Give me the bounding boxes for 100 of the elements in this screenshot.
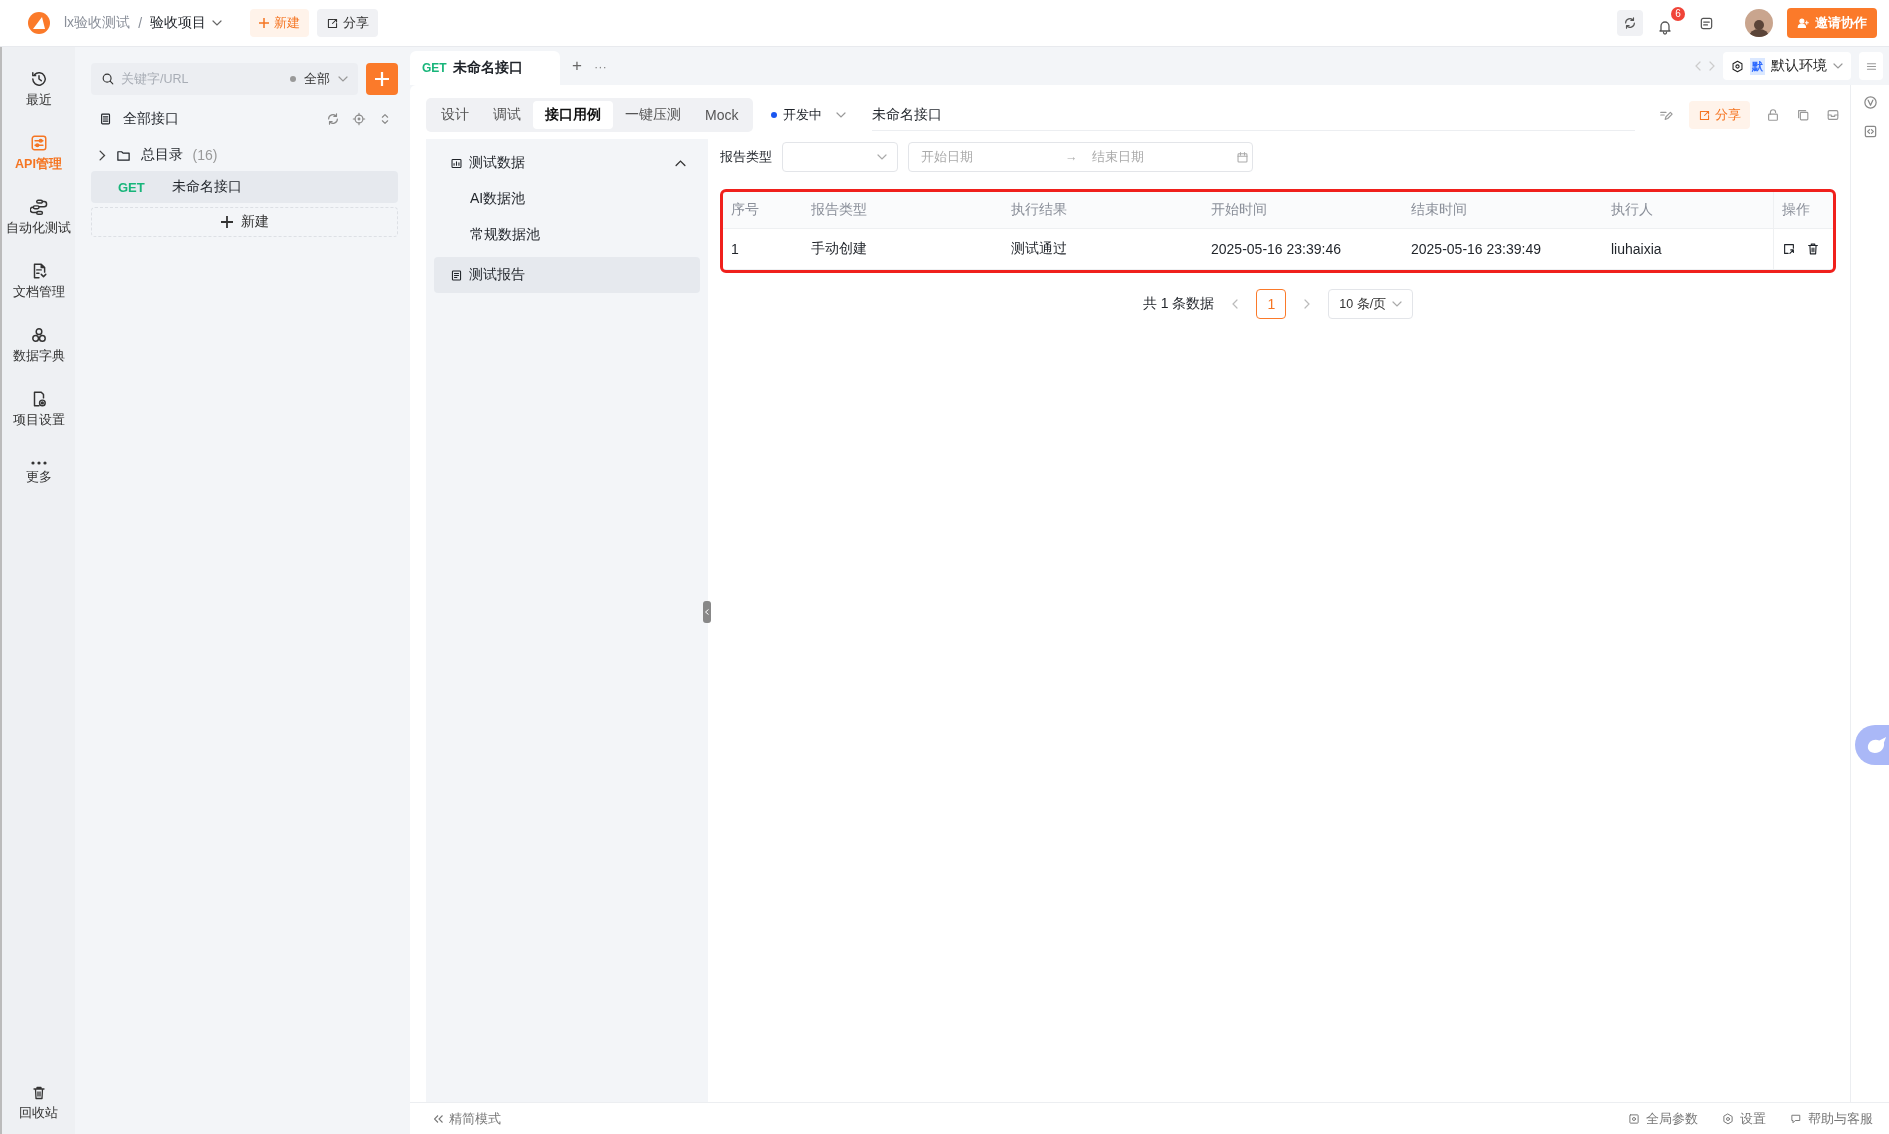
search-field[interactable]: 关键字/URL [121, 72, 284, 86]
chevron-down-icon [836, 112, 847, 118]
view-tab[interactable]: 调试 [481, 101, 533, 129]
column-header: 开始时间 [1203, 192, 1403, 229]
refresh-button[interactable] [1617, 10, 1643, 36]
case-group[interactable]: 测试数据 [434, 145, 700, 181]
hexagon-icon [1731, 59, 1744, 73]
tree-endpoint[interactable]: GET 未命名接口 [91, 171, 398, 203]
plus-icon [259, 18, 269, 28]
footer-link[interactable]: 设置 [1722, 1110, 1766, 1128]
nav-item[interactable]: 回收站 [19, 1071, 58, 1134]
app-logo[interactable] [28, 12, 50, 34]
add-tab-button[interactable]: + [572, 56, 582, 76]
refresh-icon[interactable] [326, 112, 340, 126]
column-header: 结束时间 [1403, 192, 1603, 229]
environment-selector[interactable]: 默 默认环境 [1723, 52, 1851, 80]
footer-link[interactable]: 全局参数 [1628, 1110, 1698, 1128]
chevron-left-icon [1695, 61, 1701, 71]
chevron-right-icon [1709, 61, 1715, 71]
double-chevron-left-icon [434, 1115, 443, 1123]
column-header: 操作 [1773, 192, 1833, 229]
tree-root-label[interactable]: 全部接口 [123, 110, 179, 128]
report-icon [450, 268, 463, 282]
chevron-down-icon [877, 154, 887, 160]
lock-icon[interactable] [1766, 108, 1780, 122]
chevron-down-icon [1392, 301, 1403, 307]
case-item[interactable]: 常规数据池 [434, 217, 700, 253]
page-size-select[interactable]: 10 条/页 [1328, 289, 1414, 319]
code-icon[interactable] [1862, 124, 1878, 139]
column-header: 执行结果 [1003, 192, 1203, 229]
column-header: 执行人 [1603, 192, 1773, 229]
view-tab[interactable]: 设计 [429, 101, 481, 129]
table-cell: liuhaixia [1603, 229, 1773, 270]
trash-icon[interactable] [1806, 242, 1820, 256]
copy-icon[interactable] [1796, 108, 1810, 122]
user-plus-icon [1797, 16, 1810, 30]
case-item[interactable]: AI数据池 [434, 181, 700, 217]
list-icon [99, 112, 113, 126]
view-tab[interactable]: 一键压测 [613, 101, 693, 129]
share-icon [326, 16, 339, 30]
new-endpoint-button[interactable]: 新建 [91, 207, 398, 237]
refresh-icon [1623, 16, 1637, 30]
endpoint-name-field[interactable]: 未命名接口 [872, 99, 1635, 131]
person-silhouette-icon [1749, 19, 1769, 37]
endpoint-tab[interactable]: GET 未命名接口 [410, 51, 560, 85]
flow-icon [29, 197, 48, 216]
status-selector[interactable]: 开发中 [771, 106, 847, 124]
case-item[interactable]: 测试报告 [434, 257, 700, 293]
archive-icon[interactable] [1826, 108, 1840, 122]
chevron-down-icon [338, 76, 348, 82]
share-button[interactable]: 分享 [317, 9, 378, 37]
view-tab[interactable]: 接口用例 [533, 101, 613, 129]
column-header: 序号 [723, 192, 803, 229]
chevron-up-icon [675, 159, 686, 167]
settings-box-icon [1628, 1113, 1640, 1125]
search-icon [101, 72, 115, 86]
circles-icon [29, 325, 48, 344]
column-header: 报告类型 [803, 192, 1003, 229]
tree-folder[interactable]: 总目录 (16) [91, 139, 398, 171]
locate-icon[interactable] [352, 112, 366, 126]
simple-mode-toggle[interactable]: 精简模式 [434, 1110, 501, 1128]
sliders-icon [29, 133, 48, 152]
menu-button[interactable] [1859, 52, 1883, 80]
view-tab[interactable]: Mock [693, 101, 751, 129]
nav-item[interactable]: 项目设置 [12, 377, 65, 441]
settings-icon [1722, 1113, 1734, 1125]
version-icon[interactable] [1862, 95, 1878, 110]
share-icon [1698, 108, 1711, 122]
nav-item[interactable]: 自动化测试 [6, 185, 71, 249]
filter-label: 报告类型 [720, 148, 772, 166]
table-cell: 测试通过 [1003, 229, 1203, 270]
nav-item[interactable]: 文档管理 [12, 249, 65, 313]
calendar-icon [1235, 150, 1249, 164]
chevron-down-icon [212, 20, 222, 26]
nav-item[interactable]: 数据字典 [12, 313, 65, 377]
collapse-handle[interactable] [703, 601, 711, 623]
range-arrow: → [1065, 150, 1078, 164]
footer-link[interactable]: 帮助与客服 [1790, 1110, 1873, 1128]
add-button[interactable] [366, 63, 398, 95]
project-selector[interactable]: 验收项目 [150, 14, 222, 32]
table-cell: 1 [723, 229, 803, 270]
table-cell: 2025-05-16 23:39:46 [1203, 229, 1403, 270]
open-report-icon[interactable] [1782, 242, 1796, 256]
notification-button[interactable]: 6 [1651, 7, 1685, 39]
nav-item[interactable]: 最近 [25, 57, 52, 121]
bell-icon [1657, 19, 1673, 35]
chevron-right-icon [99, 149, 106, 161]
assistant-button[interactable] [1855, 725, 1889, 765]
chevron-left-icon [1232, 299, 1239, 309]
user-avatar[interactable] [1745, 9, 1773, 37]
history-icon [29, 69, 48, 88]
breadcrumb-separator: / [138, 15, 142, 31]
search-bar[interactable]: 关键字/URL 全部 [91, 63, 358, 95]
nav-item[interactable]: 更多 [25, 441, 52, 505]
table-cell: 手动创建 [803, 229, 1003, 270]
chevron-right-icon [1304, 299, 1311, 309]
chat-icon [1790, 1113, 1802, 1125]
filter-dropdown[interactable]: 全部 [290, 70, 348, 88]
plus-icon [375, 72, 389, 86]
total-count: 共 1 条数据 [1142, 295, 1215, 313]
